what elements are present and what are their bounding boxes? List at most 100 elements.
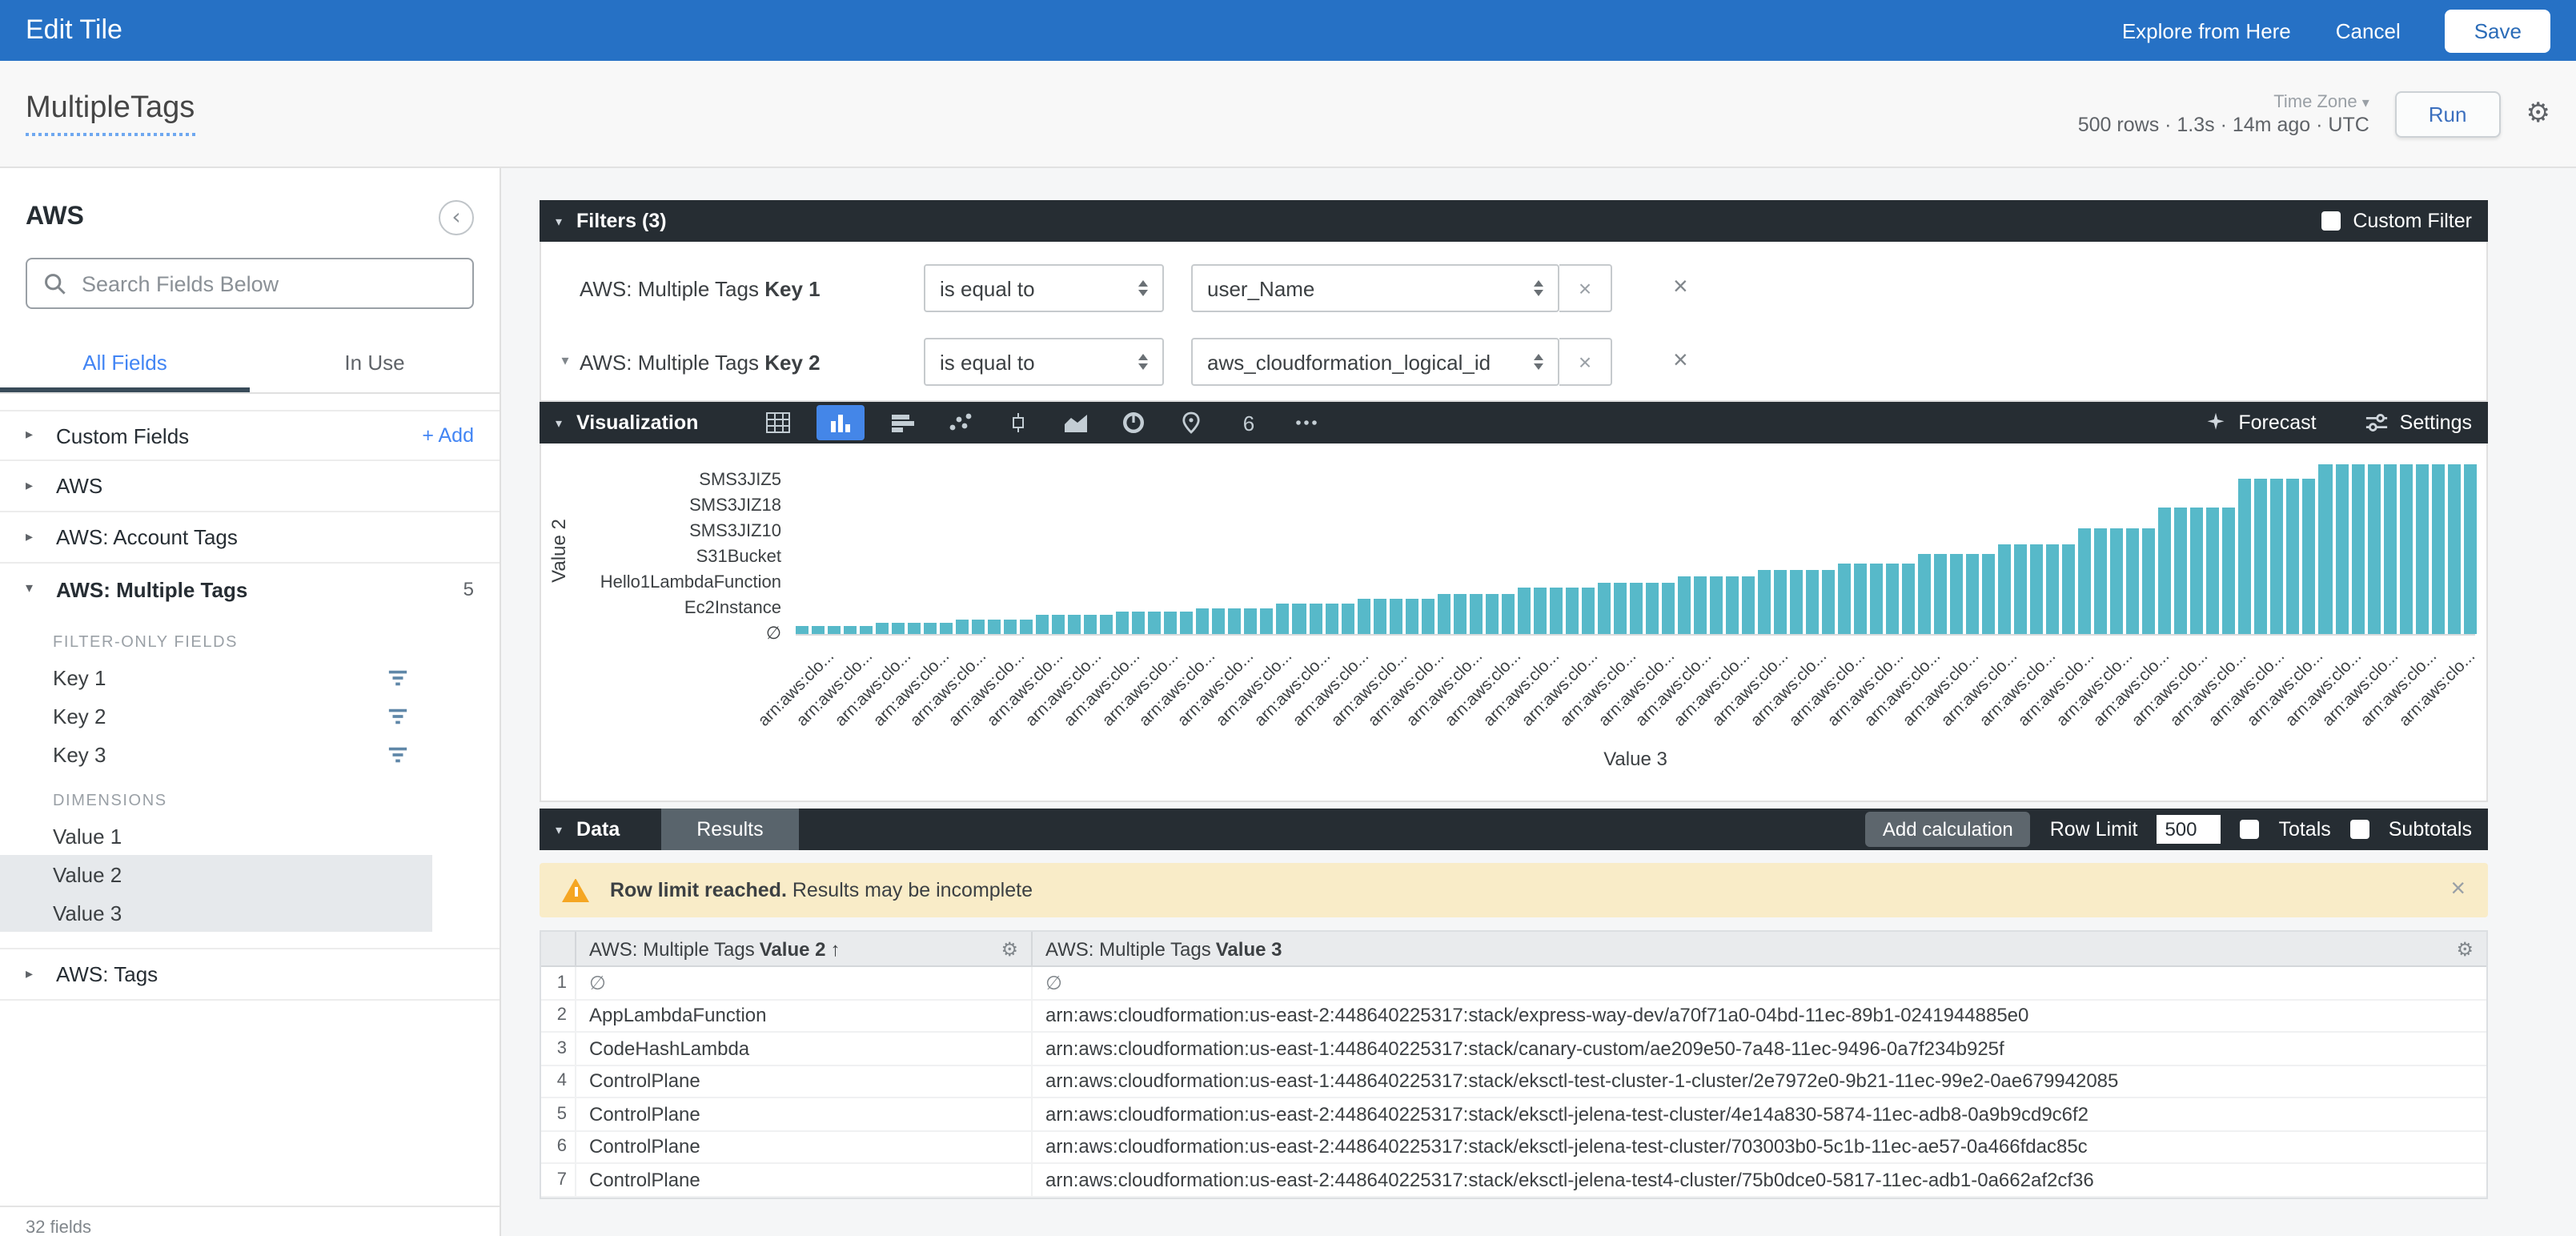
field-search-box[interactable] (26, 258, 474, 309)
chart-bar[interactable] (1533, 588, 1546, 634)
chart-bar[interactable] (1566, 588, 1579, 634)
tab-in-use[interactable]: In Use (250, 335, 500, 392)
filter-toggle-icon[interactable] (386, 744, 410, 764)
chart-bar[interactable] (2159, 507, 2172, 634)
add-calculation-button[interactable]: Add calculation (1865, 812, 2031, 847)
chart-bar[interactable] (1710, 576, 1723, 634)
chart-bar[interactable] (1870, 563, 1883, 634)
chart-bar[interactable] (2030, 544, 2043, 634)
filter-toggle-icon[interactable] (386, 705, 410, 726)
filter-value-select[interactable]: aws_cloudformation_logical_id (1191, 338, 1559, 386)
viz-settings-button[interactable]: Settings (2365, 411, 2472, 434)
chart-bar[interactable] (1662, 583, 1675, 634)
chart-bar[interactable] (1117, 612, 1130, 634)
chart-bar[interactable] (2383, 464, 2396, 634)
save-button[interactable]: Save (2446, 9, 2550, 52)
chart-bar[interactable] (1020, 619, 1033, 634)
chart-bar[interactable] (1549, 588, 1562, 634)
filter-value-clear-button[interactable]: × (1559, 264, 1612, 312)
chart-bar[interactable] (796, 625, 809, 634)
cell-value3[interactable]: arn:aws:cloudformation:us-east-2:4486402… (1033, 1098, 2486, 1130)
chart-bar[interactable] (1405, 598, 1418, 634)
tab-results[interactable]: Results (661, 809, 798, 850)
chart-bar[interactable] (1245, 608, 1258, 634)
chart-bar[interactable] (2463, 464, 2476, 634)
subtotals-checkbox[interactable] (2350, 820, 2369, 839)
more-viz-types-icon[interactable] (1287, 407, 1326, 439)
chart-bar[interactable] (1630, 583, 1643, 634)
chart-bar[interactable] (2287, 478, 2300, 634)
chart-bar[interactable] (2255, 478, 2268, 634)
cell-value2[interactable]: ControlPlane (576, 1164, 1033, 1195)
bar-chart-viz-icon[interactable] (884, 407, 922, 439)
chart-bar[interactable] (2447, 464, 2460, 634)
field-group-account-tags[interactable]: ▸ AWS: Account Tags (0, 512, 500, 564)
field-item-value3[interactable]: Value 3 (0, 893, 432, 932)
cell-value3[interactable]: arn:aws:cloudformation:us-east-1:4486402… (1033, 1065, 2486, 1097)
boxplot-viz-icon[interactable] (999, 407, 1037, 439)
chart-bar[interactable] (1181, 612, 1194, 634)
area-chart-viz-icon[interactable] (1057, 407, 1095, 439)
collapse-triangle-icon[interactable]: ▾ (556, 214, 562, 228)
cell-value2[interactable]: AppLambdaFunction (576, 1000, 1033, 1031)
chart-bar[interactable] (860, 625, 873, 634)
cell-value3[interactable]: arn:aws:cloudformation:us-east-2:4486402… (1033, 1164, 2486, 1195)
totals-checkbox[interactable] (2240, 820, 2259, 839)
timezone-selector[interactable]: Time Zone ▾ (2273, 92, 2369, 111)
chart-bar[interactable] (2127, 529, 2140, 634)
chart-bar[interactable] (1036, 616, 1049, 634)
query-settings-gear-icon[interactable]: ⚙ (2526, 98, 2551, 130)
chart-bar[interactable] (844, 625, 857, 634)
chart-bar[interactable] (1341, 604, 1354, 634)
run-button[interactable]: Run (2395, 90, 2501, 137)
chart-bar[interactable] (1101, 616, 1113, 634)
column-gear-icon[interactable]: ⚙ (2456, 937, 2474, 960)
single-value-viz-icon[interactable]: 6 (1230, 407, 1268, 439)
field-group-aws[interactable]: ▸ AWS (0, 461, 500, 512)
chart-bar[interactable] (1293, 604, 1306, 634)
pie-chart-viz-icon[interactable] (1114, 407, 1153, 439)
chart-bar[interactable] (1646, 583, 1659, 634)
cancel-button[interactable]: Cancel (2336, 18, 2401, 42)
chart-bar[interactable] (1742, 576, 1755, 634)
tab-all-fields[interactable]: All Fields (0, 335, 250, 392)
forecast-button[interactable]: Forecast (2205, 411, 2316, 434)
chart-bar[interactable] (2175, 507, 2188, 634)
chart-bar[interactable] (1004, 619, 1017, 634)
chart-bar[interactable] (1325, 604, 1338, 634)
chart-bar[interactable] (1357, 598, 1370, 634)
filter-remove-button[interactable]: × (1673, 347, 1688, 376)
chart-bar[interactable] (1678, 576, 1691, 634)
chart-bar[interactable] (1694, 576, 1707, 634)
chart-bar[interactable] (1998, 544, 2011, 634)
chart-bar[interactable] (1966, 554, 1979, 634)
cell-value3[interactable]: arn:aws:cloudformation:us-east-2:4486402… (1033, 1131, 2486, 1162)
chart-bar[interactable] (924, 622, 937, 634)
chart-bar[interactable] (1389, 598, 1402, 634)
cell-value2[interactable]: CodeHashLambda (576, 1033, 1033, 1064)
column-header-value2[interactable]: AWS: Multiple Tags Value 2 ↑ ⚙ (576, 932, 1033, 965)
chart-bar[interactable] (1934, 554, 1947, 634)
filter-value-clear-button[interactable]: × (1559, 338, 1612, 386)
column-gear-icon[interactable]: ⚙ (1001, 937, 1018, 960)
chart-bar[interactable] (2062, 544, 2075, 634)
chart-bar[interactable] (1213, 608, 1226, 634)
chart-bar[interactable] (988, 619, 1001, 634)
chart-bar[interactable] (2335, 464, 2348, 634)
chart-bar[interactable] (2079, 529, 2092, 634)
custom-filter-checkbox[interactable] (2321, 211, 2340, 231)
chart-bar[interactable] (2351, 464, 2364, 634)
chart-bar[interactable] (1453, 593, 1466, 634)
chart-bar[interactable] (876, 622, 889, 634)
chart-bar[interactable] (1822, 569, 1835, 634)
chart-bar[interactable] (2143, 529, 2156, 634)
field-item-value2[interactable]: Value 2 (0, 855, 432, 893)
chart-bar[interactable] (1790, 569, 1803, 634)
chart-bar[interactable] (2303, 478, 2316, 634)
chart-bar[interactable] (1886, 563, 1899, 634)
chart-bar[interactable] (828, 625, 841, 634)
chart-bar[interactable] (1982, 554, 1995, 634)
filter-expand-icon[interactable]: ▾ (551, 354, 580, 370)
chart-bar[interactable] (1053, 616, 1065, 634)
field-item-value1[interactable]: Value 1 (0, 817, 500, 855)
